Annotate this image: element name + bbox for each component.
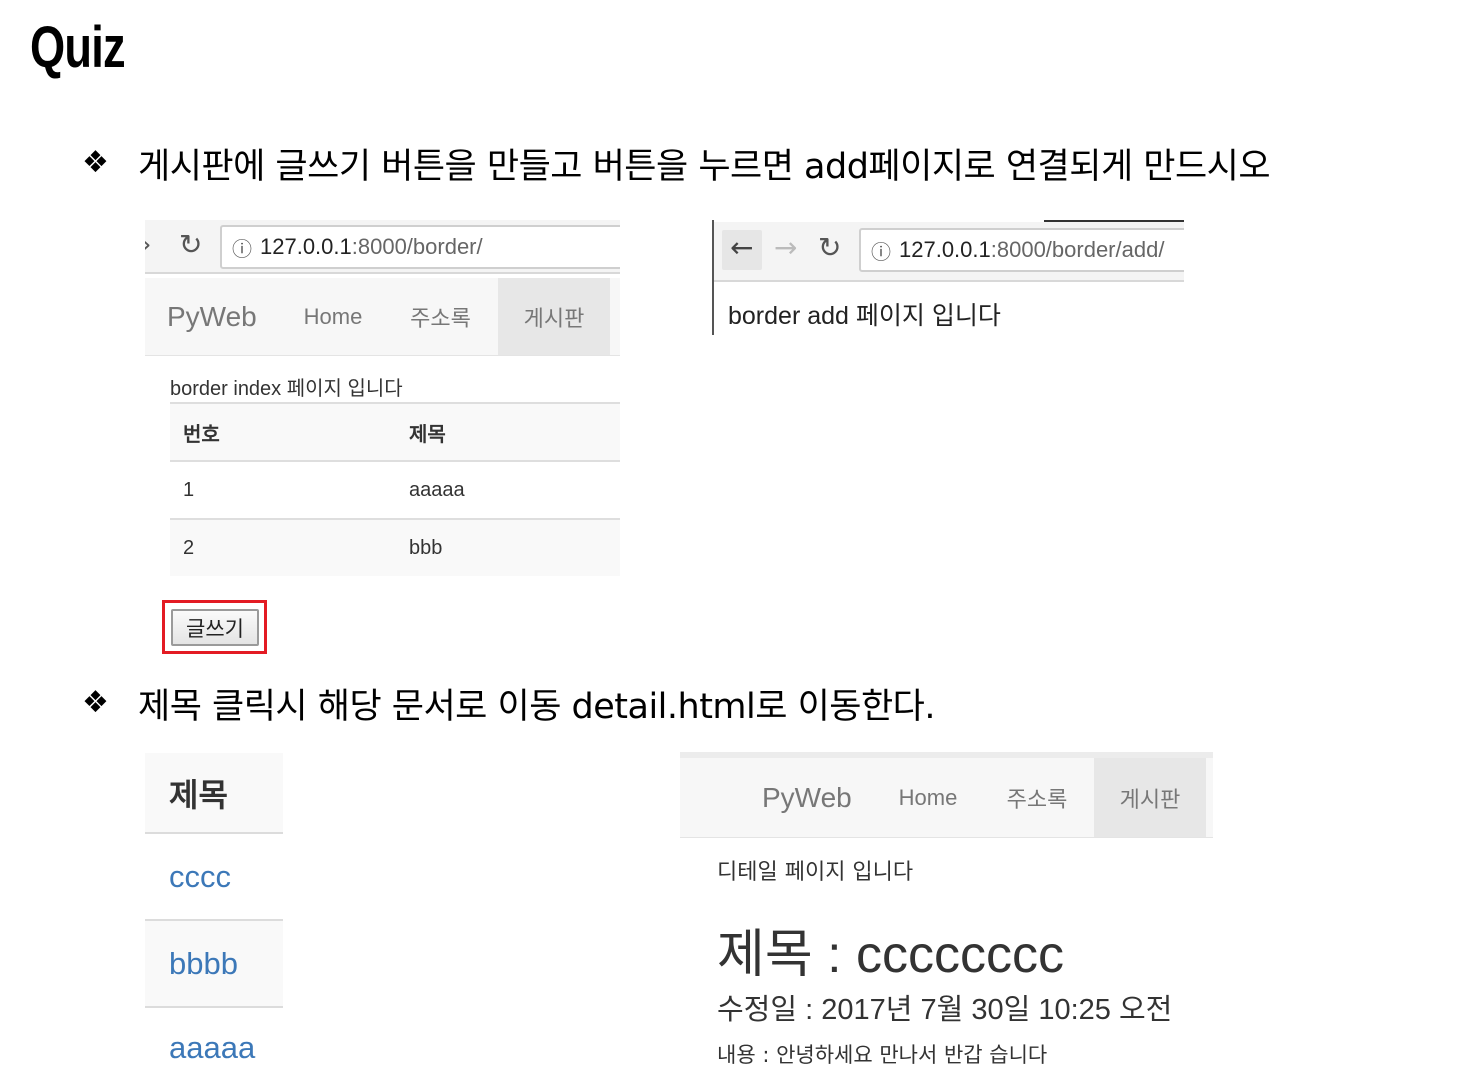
list-header-title: 제목 bbox=[169, 775, 228, 814]
bullet-icon: ❖ bbox=[82, 145, 109, 180]
nav-home[interactable]: Home bbox=[283, 278, 383, 355]
column-header-number: 번호 bbox=[183, 423, 220, 446]
list-item[interactable]: aaaaa bbox=[145, 1008, 283, 1087]
url-field[interactable]: ⓘ 127.0.0.1:8000/border/add/ bbox=[859, 228, 1184, 272]
forward-arrow-icon[interactable]: › bbox=[145, 230, 151, 260]
reload-icon[interactable]: ↻ bbox=[179, 228, 202, 261]
title-link[interactable]: cccc bbox=[169, 859, 231, 895]
detail-page-screenshot: PyWeb Home 주소록 게시판 디테일 페이지 입니다 제목 : cccc… bbox=[680, 752, 1213, 1087]
url-host: 127.0.0.1 bbox=[899, 237, 991, 262]
column-header-title: 제목 bbox=[409, 423, 446, 446]
detail-content: 내용 : 안녕하세요 만나서 반갑 습니다 bbox=[717, 1043, 1048, 1067]
url-path: :8000/border/add/ bbox=[990, 237, 1165, 262]
index-page-screenshot: › ↻ ⓘ 127.0.0.1:8000/border/ PyWeb Home … bbox=[145, 220, 620, 576]
back-arrow-icon[interactable]: ← bbox=[730, 231, 753, 264]
title-link[interactable]: aaaaa bbox=[169, 1030, 255, 1066]
navbar-brand[interactable]: PyWeb bbox=[145, 278, 283, 355]
list-header: 제목 bbox=[145, 753, 283, 834]
title-link[interactable]: bbbb bbox=[169, 946, 238, 982]
list-item[interactable]: cccc bbox=[145, 834, 283, 921]
add-page-screenshot: ← → ↻ ⓘ 127.0.0.1:8000/border/add/ borde… bbox=[712, 220, 1184, 335]
info-icon: ⓘ bbox=[871, 239, 891, 264]
navbar: PyWeb Home 주소록 게시판 bbox=[145, 278, 620, 356]
instruction-1: 게시판에 글쓰기 버튼을 만들고 버튼을 누르면 add페이지로 연결되게 만드… bbox=[138, 147, 1271, 187]
write-button[interactable]: 글쓰기 bbox=[171, 609, 259, 646]
url-host: 127.0.0.1 bbox=[260, 234, 352, 259]
nav-home[interactable]: Home bbox=[876, 758, 980, 837]
nav-addressbook[interactable]: 주소록 bbox=[383, 278, 498, 355]
url-field[interactable]: ⓘ 127.0.0.1:8000/border/ bbox=[220, 225, 620, 269]
detail-heading: 디테일 페이지 입니다 bbox=[717, 860, 914, 885]
row-number: 2 bbox=[183, 536, 195, 559]
write-button-highlight: 글쓰기 bbox=[162, 600, 267, 654]
table-header-row: 번호 제목 bbox=[170, 402, 620, 460]
navbar: PyWeb Home 주소록 게시판 bbox=[680, 752, 1213, 838]
forward-arrow-icon[interactable]: → bbox=[774, 231, 797, 264]
row-title[interactable]: bbb bbox=[409, 537, 442, 560]
info-icon: ⓘ bbox=[232, 236, 252, 261]
page-title: Quiz bbox=[30, 15, 126, 80]
list-item[interactable]: bbbb bbox=[145, 921, 283, 1008]
navbar-brand[interactable]: PyWeb bbox=[680, 758, 876, 837]
bullet-icon: ❖ bbox=[82, 685, 109, 720]
detail-title: 제목 : cccccccc bbox=[717, 926, 1065, 984]
detail-modified: 수정일 : 2017년 7월 30일 10:25 오전 bbox=[717, 994, 1173, 1026]
nav-board[interactable]: 게시판 bbox=[1094, 758, 1206, 837]
row-number: 1 bbox=[183, 478, 195, 501]
row-title[interactable]: aaaaa bbox=[409, 479, 465, 502]
reload-icon[interactable]: ↻ bbox=[818, 231, 841, 264]
table-row[interactable]: 1 aaaaa bbox=[170, 460, 620, 518]
add-page-text: border add 페이지 입니다 bbox=[728, 302, 1001, 330]
address-bar: › ↻ ⓘ 127.0.0.1:8000/border/ bbox=[145, 220, 620, 274]
index-heading: border index 페이지 입니다 bbox=[170, 378, 403, 400]
nav-addressbook[interactable]: 주소록 bbox=[980, 758, 1094, 837]
table-row[interactable]: 2 bbb bbox=[170, 518, 620, 576]
url-path: :8000/border/ bbox=[351, 234, 483, 259]
instruction-2: 제목 클릭시 해당 문서로 이동 detail.html로 이동한다. bbox=[138, 687, 936, 727]
nav-board[interactable]: 게시판 bbox=[498, 278, 610, 355]
address-bar: ← → ↻ ⓘ 127.0.0.1:8000/border/add/ bbox=[714, 222, 1184, 282]
